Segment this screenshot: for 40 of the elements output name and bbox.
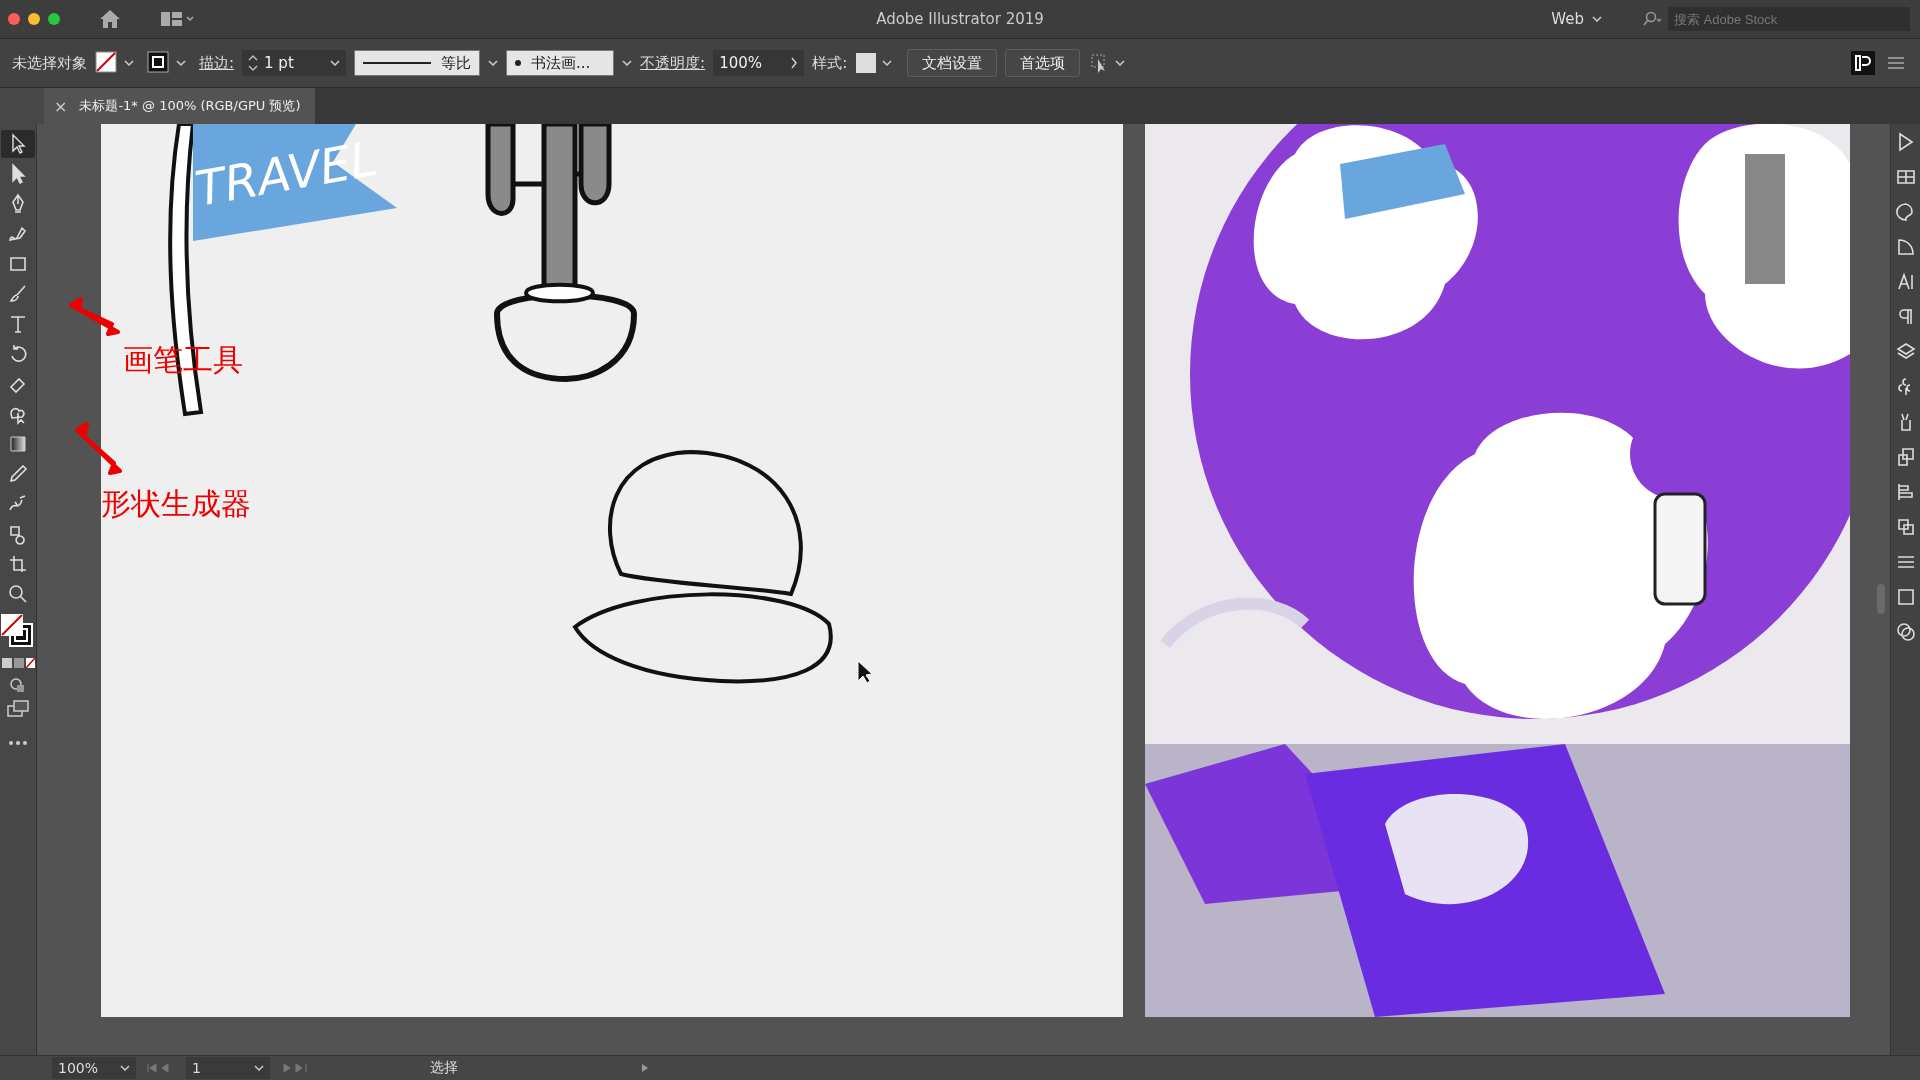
caret-icon[interactable] xyxy=(488,60,499,66)
brush-dropdown[interactable]: 书法画... xyxy=(506,50,615,76)
opacity-field[interactable]: 100% xyxy=(713,50,805,76)
annotation-label: 形状生成器 xyxy=(101,485,251,523)
workspace-dropdown[interactable]: Web xyxy=(1545,9,1608,29)
current-tool-status: 选择 xyxy=(430,1059,459,1077)
caret-icon[interactable] xyxy=(120,1065,130,1071)
document-title: 未标题-1* @ 100% (RGB/GPU 预览) xyxy=(79,97,301,115)
zoom-field[interactable]: 100% xyxy=(52,1057,136,1079)
maximize-window-button[interactable] xyxy=(48,13,60,25)
search-icon[interactable] xyxy=(1642,11,1664,27)
window-title: Adobe Illustrator 2019 xyxy=(876,10,1044,28)
stroke-weight-field[interactable]: 1 pt xyxy=(242,50,347,76)
selection-tool[interactable] xyxy=(1,130,35,158)
search-field[interactable]: 搜索 Adobe Stock xyxy=(1668,7,1910,31)
panel-toggle-icon[interactable] xyxy=(1850,50,1876,76)
screen-mode-icon[interactable] xyxy=(5,698,31,720)
chevron-right-icon[interactable] xyxy=(790,57,799,69)
cursor-icon xyxy=(857,660,873,684)
flag-lettering: TRAVEL xyxy=(191,129,382,217)
caret-icon[interactable] xyxy=(1592,16,1602,22)
caret-icon[interactable] xyxy=(622,60,633,66)
toolbar-button[interactable]: 文档设置 xyxy=(907,49,998,77)
selection-status: 未选择对象 xyxy=(12,53,87,73)
play-icon[interactable] xyxy=(640,1063,650,1073)
caret-icon[interactable] xyxy=(254,1065,264,1071)
close-window-button[interactable] xyxy=(8,13,20,25)
spinner-icon[interactable] xyxy=(248,54,259,72)
document-tab[interactable]: × 未标题-1* @ 100% (RGB/GPU 预览) xyxy=(44,88,315,124)
caret-icon[interactable] xyxy=(330,60,341,66)
opacity-label[interactable]: 不透明度: xyxy=(640,53,706,73)
stroke-label[interactable]: 描边: xyxy=(199,53,235,73)
artboard-field[interactable]: 1 xyxy=(186,1057,270,1079)
home-icon[interactable] xyxy=(98,8,122,30)
minimize-window-button[interactable] xyxy=(28,13,40,25)
close-tab-button[interactable]: × xyxy=(54,96,68,116)
toolbar-button[interactable]: 首选项 xyxy=(1005,49,1081,77)
layout-icon[interactable] xyxy=(160,10,196,28)
stroke-profile-dropdown[interactable]: 等比 xyxy=(354,50,481,76)
style-label: 样式: xyxy=(812,53,848,73)
